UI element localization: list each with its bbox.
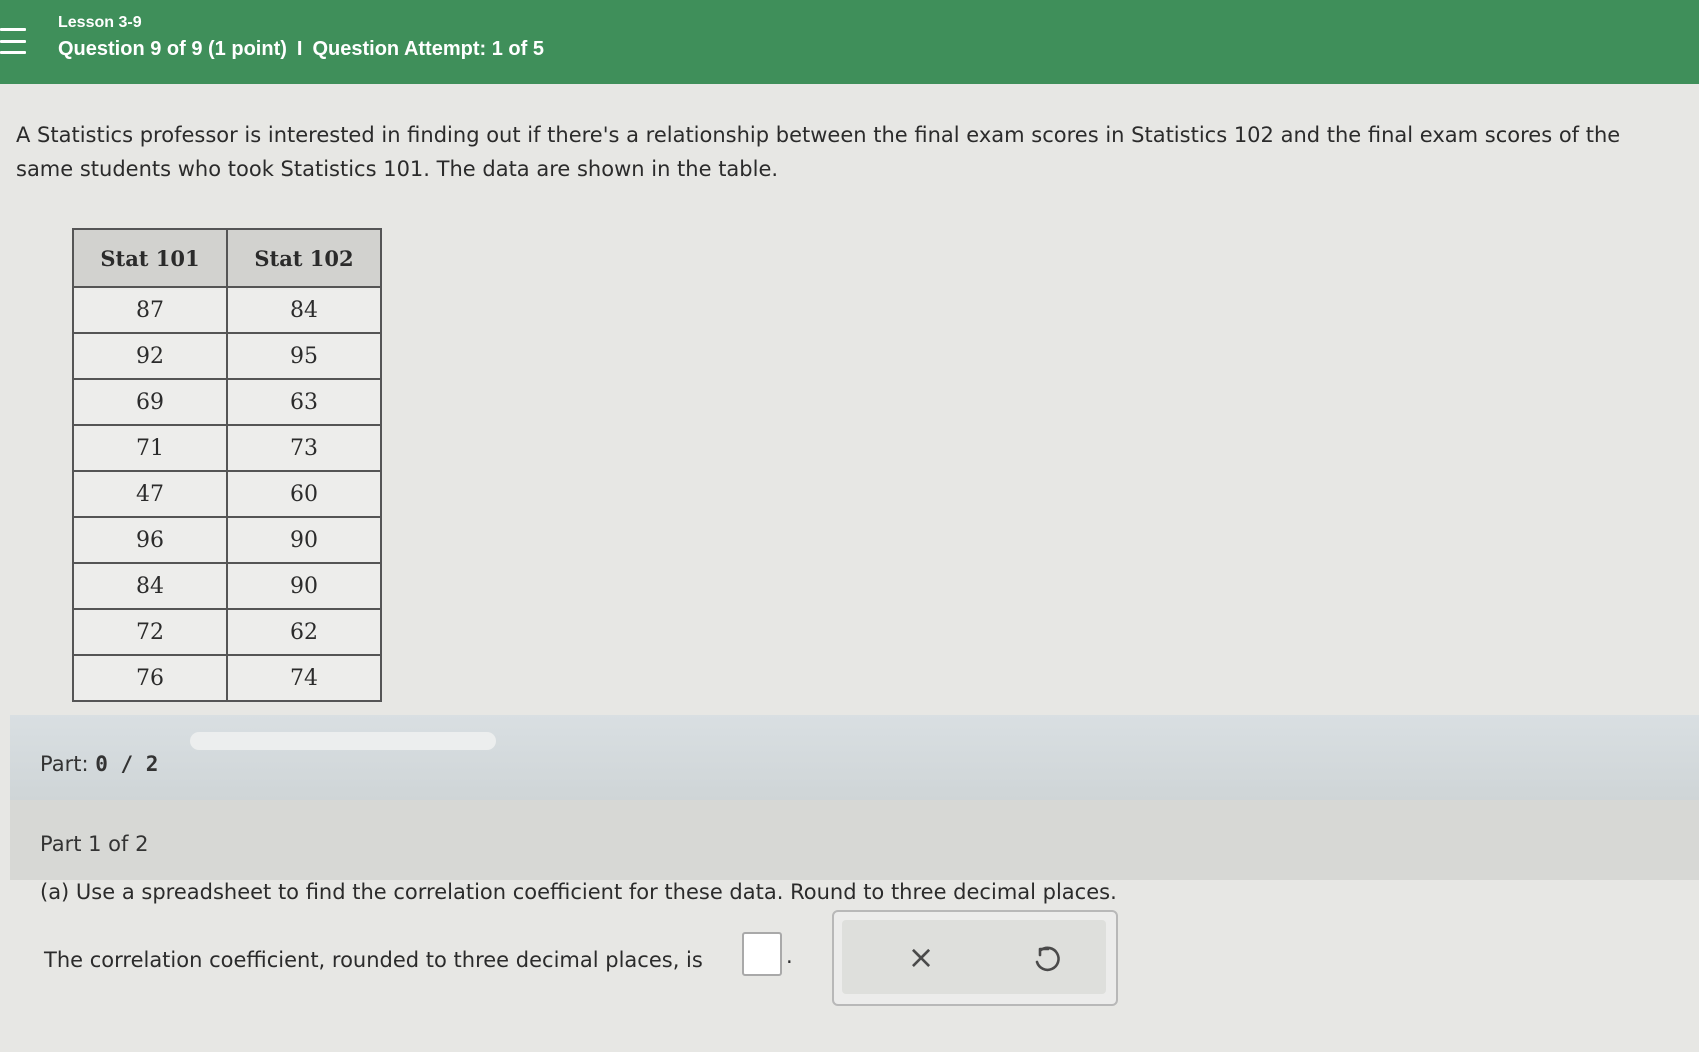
table-cell: 96	[72, 516, 228, 564]
table-cell: 72	[72, 608, 228, 656]
answer-period: .	[786, 944, 793, 968]
question-info: Question 9 of 9 (1 point) I Question Attem…	[58, 38, 544, 61]
answer-input[interactable]	[742, 932, 782, 976]
part1-label: Part 1 of 2	[40, 832, 149, 856]
answer-actions-panel: ×	[832, 910, 1118, 1006]
table-cell: 87	[72, 286, 228, 334]
table-row: 47 60	[72, 470, 382, 518]
part-label-text: Part:	[40, 752, 89, 776]
table-row: 72 62	[72, 608, 382, 656]
table-cell: 69	[72, 378, 228, 426]
question-prompt: A Statistics professor is interested in …	[16, 123, 1621, 181]
table-cell: 60	[226, 470, 382, 518]
table-header-stat101: Stat 101	[72, 228, 228, 288]
question-attempt: Question Attempt: 1 of 5	[312, 38, 544, 60]
table-cell: 84	[72, 562, 228, 610]
table-row: 71 73	[72, 424, 382, 472]
answer-prompt: The correlation coefficient, rounded to …	[44, 948, 703, 972]
table-cell: 90	[226, 562, 382, 610]
undo-icon[interactable]	[1028, 940, 1064, 976]
part-progress-label: Part: 0 / 2	[40, 752, 158, 776]
table-cell: 62	[226, 608, 382, 656]
table-row: 76 74	[72, 654, 382, 702]
header-separator: I	[296, 38, 303, 60]
top-bar: Lesson 3-9 Question 9 of 9 (1 point) I Que…	[0, 0, 1699, 84]
part1-question: (a) Use a spreadsheet to find the correl…	[40, 880, 1117, 904]
table-row: 87 84	[72, 286, 382, 334]
table-cell: 47	[72, 470, 228, 518]
question-number: Question 9 of 9 (1 point)	[58, 38, 287, 60]
table-cell: 76	[72, 654, 228, 702]
table-header-stat102: Stat 102	[226, 228, 382, 288]
table-cell: 95	[226, 332, 382, 380]
table-row: 96 90	[72, 516, 382, 564]
table-cell: 63	[226, 378, 382, 426]
part-progress-bar	[10, 715, 1699, 800]
lesson-title: Lesson 3-9	[58, 14, 142, 31]
table-cell: 74	[226, 654, 382, 702]
part-progress-value: 0 / 2	[95, 752, 159, 776]
table-cell: 84	[226, 286, 382, 334]
table-row: 92 95	[72, 332, 382, 380]
table-cell: 90	[226, 516, 382, 564]
clear-button[interactable]: ×	[902, 938, 940, 976]
part-progress-track	[190, 732, 496, 750]
menu-icon[interactable]	[0, 28, 26, 54]
table-cell: 73	[226, 424, 382, 472]
table-row: 69 63	[72, 378, 382, 426]
part1-header	[10, 800, 1699, 880]
table-cell: 92	[72, 332, 228, 380]
answer-actions-inner: ×	[842, 920, 1106, 994]
table-row: 84 90	[72, 562, 382, 610]
table-cell: 71	[72, 424, 228, 472]
data-table: Stat 101 Stat 102 87 84 92 95 69 63 71 73 47…	[72, 228, 382, 702]
